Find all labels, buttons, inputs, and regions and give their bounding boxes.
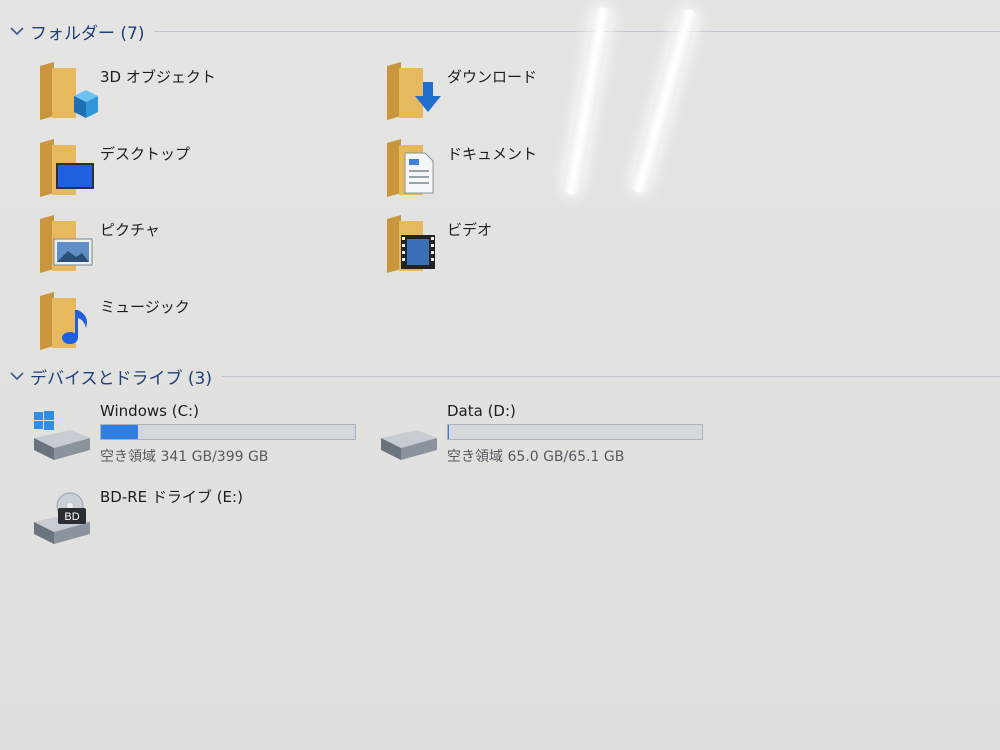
folder-videos[interactable]: ビデオ: [385, 213, 705, 283]
drive-usage-fill: [101, 425, 138, 439]
drive-bd-re-e[interactable]: BD BD-RE ドライブ (E:): [30, 486, 360, 556]
devices-section-title: デバイスとドライブ (3): [30, 368, 212, 389]
drive-usage-fill: [448, 425, 449, 439]
documents-folder-icon: [387, 139, 434, 197]
folder-label: ドキュメント: [447, 145, 538, 163]
drive-usage-bar: [100, 424, 356, 440]
folder-documents[interactable]: ドキュメント: [385, 137, 705, 207]
section-divider: [221, 375, 1000, 377]
folders-section-title: フォルダー (7): [30, 23, 145, 44]
chevron-down-icon: [10, 369, 24, 383]
folder-label: ビデオ: [447, 221, 493, 239]
folder-pictures[interactable]: ピクチャ: [38, 213, 358, 283]
drive-name: Data (D:): [447, 402, 516, 420]
3d-objects-folder-icon: [40, 62, 98, 120]
folder-downloads[interactable]: ダウンロード: [385, 60, 705, 130]
svg-text:BD: BD: [64, 511, 79, 523]
music-folder-icon: [40, 292, 87, 350]
drive-name: BD-RE ドライブ (E:): [100, 488, 243, 506]
devices-section-header[interactable]: デバイスとドライブ (3): [10, 363, 1000, 389]
folder-label: 3D オブジェクト: [100, 68, 216, 86]
folder-label: ダウンロード: [447, 68, 538, 86]
drive-windows-c[interactable]: Windows (C:) 空き領域 341 GB/399 GB: [30, 402, 360, 472]
bd-drive-icon: BD: [34, 492, 90, 544]
folder-label: ピクチャ: [100, 221, 160, 239]
drive-free-space: 空き領域 341 GB/399 GB: [100, 449, 269, 465]
folder-label: ミュージック: [100, 298, 190, 316]
chevron-down-icon: [10, 24, 24, 38]
pictures-folder-icon: [40, 215, 93, 273]
folder-desktop[interactable]: デスクトップ: [38, 137, 358, 207]
hard-drive-icon: [381, 430, 437, 460]
windows-drive-icon: [34, 411, 90, 460]
drive-usage-bar: [447, 424, 703, 440]
downloads-folder-icon: [387, 62, 441, 120]
section-divider: [154, 30, 1000, 32]
videos-folder-icon: [387, 215, 435, 273]
folder-music[interactable]: ミュージック: [38, 290, 358, 360]
folder-3d-objects[interactable]: 3D オブジェクト: [38, 60, 358, 130]
folder-label: デスクトップ: [100, 145, 191, 163]
drive-free-space: 空き領域 65.0 GB/65.1 GB: [447, 449, 625, 465]
drive-data-d[interactable]: Data (D:) 空き領域 65.0 GB/65.1 GB: [377, 402, 707, 472]
folders-section-header[interactable]: フォルダー (7): [10, 18, 1000, 44]
drive-name: Windows (C:): [100, 402, 199, 420]
desktop-folder-icon: [40, 139, 94, 197]
